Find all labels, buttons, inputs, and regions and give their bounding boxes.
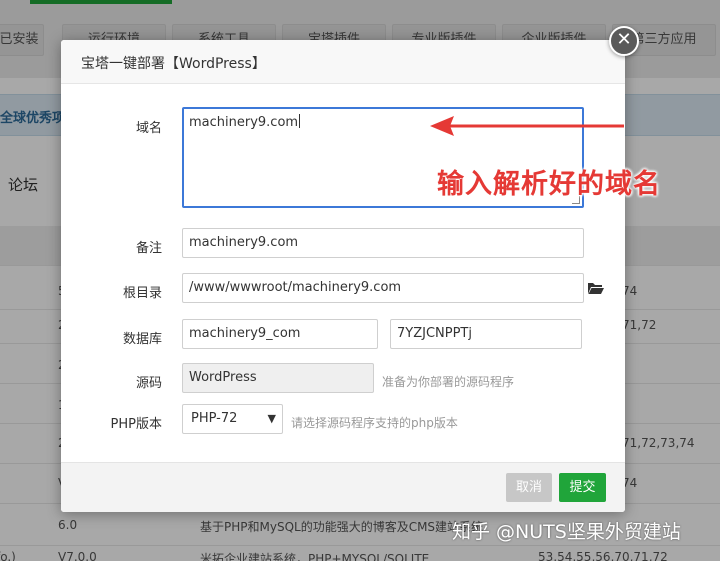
source-hint: 准备为你部署的源码程序 — [382, 375, 515, 389]
dialog-footer: 取消 提交 — [61, 462, 625, 512]
php-version-select[interactable]: PHP-72 ▼ — [182, 404, 283, 434]
php-version-label: PHP版本 — [110, 417, 162, 432]
source-label: 源码 — [135, 376, 162, 391]
database-password-input[interactable]: 7YZJCNPPTj — [390, 319, 582, 349]
close-icon[interactable]: ✕ — [609, 26, 639, 56]
text-caret — [299, 114, 301, 128]
php-version-value: PHP-72 — [191, 411, 238, 426]
watermark: 知乎 @NUTS坚果外贸建站 — [452, 521, 681, 543]
deploy-dialog: 宝塔一键部署【WordPress】 ✕ 域名 machinery9.com 备注… — [61, 26, 639, 512]
annotation-text: 输入解析好的域名 — [437, 169, 661, 200]
cancel-button[interactable]: 取消 — [506, 473, 552, 502]
domain-label: 域名 — [135, 121, 162, 136]
php-version-hint: 请选择源码程序支持的php版本 — [291, 416, 458, 430]
remark-label: 备注 — [135, 241, 162, 256]
annotation-arrow-icon — [430, 116, 624, 136]
root-dir-label: 根目录 — [122, 286, 162, 301]
database-label: 数据库 — [122, 332, 162, 347]
chevron-down-icon: ▼ — [267, 412, 276, 425]
folder-icon[interactable] — [588, 282, 604, 294]
domain-value: machinery9.com — [189, 115, 299, 130]
remark-input[interactable]: machinery9.com — [182, 228, 584, 258]
dialog-title: 宝塔一键部署【WordPress】 — [81, 56, 266, 72]
root-dir-input[interactable]: /www/wwwroot/machinery9.com — [182, 273, 584, 303]
submit-button[interactable]: 提交 — [559, 473, 606, 502]
dialog-header: 宝塔一键部署【WordPress】 — [61, 40, 625, 84]
database-name-input[interactable]: machinery9_com — [182, 319, 378, 349]
source-input: WordPress — [182, 363, 374, 393]
